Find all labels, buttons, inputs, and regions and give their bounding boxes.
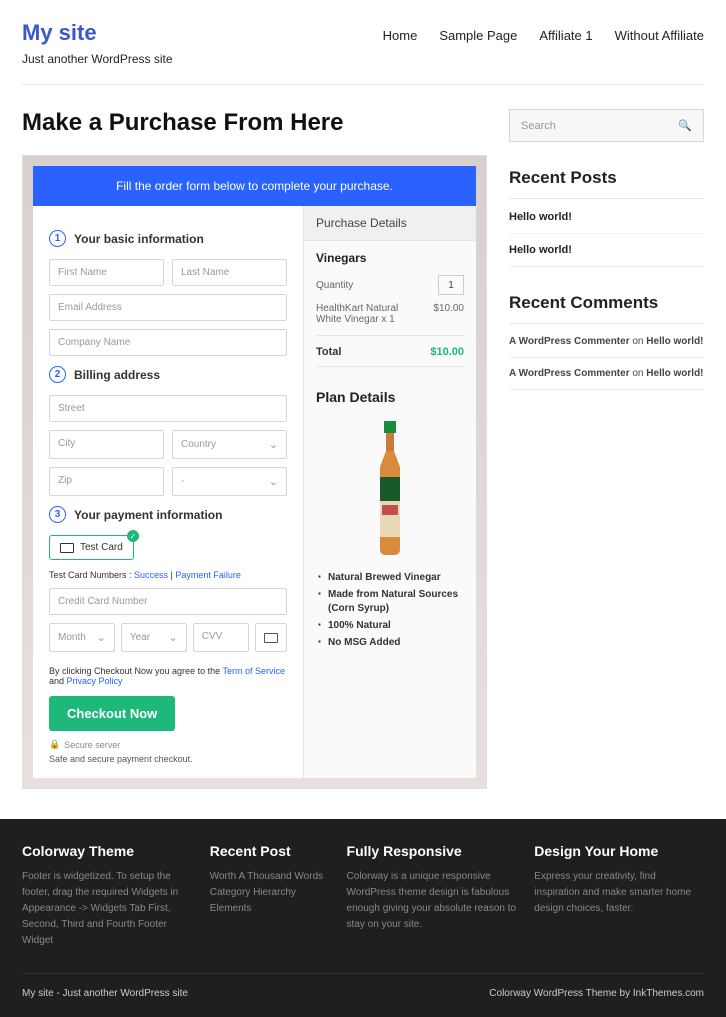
hint-failure[interactable]: Payment Failure: [175, 570, 241, 580]
footer-col-heading: Design Your Home: [534, 843, 704, 859]
step-2-icon: 2: [49, 366, 66, 383]
site-title[interactable]: My site: [22, 20, 173, 46]
hint-success[interactable]: Success: [134, 570, 168, 580]
cc-number-input[interactable]: Credit Card Number: [49, 588, 287, 615]
footer-col-text: Footer is widgetized. To setup the foote…: [22, 869, 192, 949]
header-divider: [22, 84, 704, 85]
recent-comment[interactable]: A WordPress Commenter on Hello world!: [509, 336, 704, 358]
tos-link[interactable]: Term of Service: [222, 666, 285, 676]
search-input[interactable]: Search 🔍: [509, 109, 704, 142]
nav-home[interactable]: Home: [383, 28, 418, 43]
footer-link[interactable]: Elements: [210, 901, 329, 917]
test-card-label: Test Card: [80, 542, 123, 553]
cvv-input[interactable]: CVV: [193, 623, 249, 652]
page-title: Make a Purchase From Here: [22, 109, 487, 137]
footer-credit-right: Colorway WordPress Theme by InkThemes.co…: [489, 988, 704, 999]
footer-credit-left: My site - Just another WordPress site: [22, 988, 188, 999]
footer-col-heading: Colorway Theme: [22, 843, 192, 859]
step-1-icon: 1: [49, 230, 66, 247]
purchase-card: Fill the order form below to complete yo…: [22, 155, 487, 789]
terms-text: By clicking Checkout Now you agree to th…: [49, 666, 287, 686]
purchase-details-heading: Purchase Details: [304, 206, 476, 241]
recent-comments-heading: Recent Comments: [509, 293, 704, 324]
city-input[interactable]: City: [49, 430, 164, 459]
main-nav: Home Sample Page Affiliate 1 Without Aff…: [383, 20, 704, 43]
state-select[interactable]: -: [172, 467, 287, 496]
total-amount: $10.00: [430, 346, 464, 358]
search-placeholder: Search: [521, 120, 556, 132]
secure-note: Safe and secure payment checkout.: [49, 754, 287, 764]
nav-affiliate[interactable]: Affiliate 1: [539, 28, 592, 43]
plan-bullet: Natural Brewed Vinegar: [316, 571, 464, 585]
quantity-label: Quantity: [316, 280, 353, 291]
recent-post-link[interactable]: Hello world!: [509, 211, 704, 234]
plan-title: Plan Details: [304, 377, 476, 413]
banner: Fill the order form below to complete yo…: [33, 166, 476, 206]
plan-bullet: 100% Natural: [316, 619, 464, 633]
section-billing-label: Billing address: [74, 368, 160, 382]
footer-col-text: Express your creativity, find inspiratio…: [534, 869, 704, 917]
country-select[interactable]: Country: [172, 430, 287, 459]
tagline: Just another WordPress site: [22, 52, 173, 66]
last-name-input[interactable]: Last Name: [172, 259, 287, 286]
quantity-input[interactable]: 1: [438, 275, 464, 295]
footer-link[interactable]: Worth A Thousand Words: [210, 869, 329, 885]
privacy-link[interactable]: Privacy Policy: [67, 676, 123, 686]
secure-server: 🔒Secure server: [49, 739, 287, 750]
section-payment-label: Your payment information: [74, 508, 222, 522]
footer-link[interactable]: Category Hierarchy: [210, 885, 329, 901]
nav-sample[interactable]: Sample Page: [439, 28, 517, 43]
recent-posts-heading: Recent Posts: [509, 168, 704, 199]
plan-bullet: Made from Natural Sources (Corn Syrup): [316, 588, 464, 616]
line-item: HealthKart Natural White Vinegar x 1: [316, 303, 416, 325]
cvv-icon: [255, 623, 287, 652]
footer-col-heading: Fully Responsive: [347, 843, 517, 859]
email-input[interactable]: Email Address: [49, 294, 287, 321]
lock-icon: 🔒: [49, 739, 60, 750]
recent-post-link[interactable]: Hello world!: [509, 244, 704, 267]
nav-without-affiliate[interactable]: Without Affiliate: [615, 28, 704, 43]
section-basic-label: Your basic information: [74, 232, 204, 246]
step-3-icon: 3: [49, 506, 66, 523]
street-input[interactable]: Street: [49, 395, 287, 422]
plan-bullets: Natural Brewed Vinegar Made from Natural…: [304, 565, 476, 669]
footer-col-text: Colorway is a unique responsive WordPres…: [347, 869, 517, 933]
footer-col-heading: Recent Post: [210, 843, 329, 859]
section-payment: 3 Your payment information: [49, 506, 287, 523]
month-select[interactable]: Month: [49, 623, 115, 652]
line-price: $10.00: [433, 303, 464, 325]
plan-bullet: No MSG Added: [316, 636, 464, 650]
product-category: Vinegars: [316, 251, 464, 265]
checkout-button[interactable]: Checkout Now: [49, 696, 175, 731]
company-input[interactable]: Company Name: [49, 329, 287, 356]
section-billing: 2 Billing address: [49, 366, 287, 383]
total-label: Total: [316, 346, 341, 358]
zip-input[interactable]: Zip: [49, 467, 164, 496]
first-name-input[interactable]: First Name: [49, 259, 164, 286]
product-image: [360, 419, 420, 559]
year-select[interactable]: Year: [121, 623, 187, 652]
test-card-hint: Test Card Numbers : Success | Payment Fa…: [49, 570, 287, 580]
recent-comment[interactable]: A WordPress Commenter on Hello world!: [509, 368, 704, 390]
section-basic: 1 Your basic information: [49, 230, 287, 247]
footer: Colorway Theme Footer is widgetized. To s…: [0, 819, 726, 1017]
test-card-button[interactable]: Test Card: [49, 535, 134, 560]
card-icon: [60, 543, 74, 553]
search-icon: 🔍: [678, 119, 692, 132]
